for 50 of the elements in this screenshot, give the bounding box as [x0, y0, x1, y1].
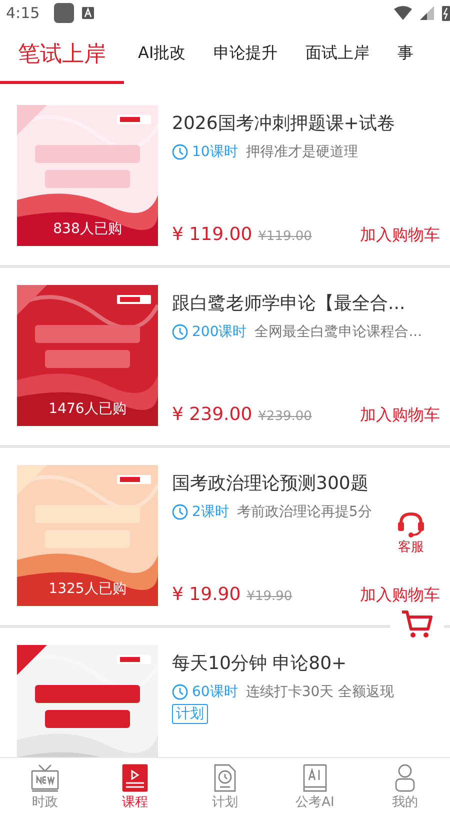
course-description: 连续打卡30天 全额返现: [246, 683, 394, 701]
course-title[interactable]: 跟白鹭老师学申论【最全合...: [172, 291, 440, 315]
nav-tab[interactable]: 课程: [90, 758, 180, 816]
original-price: ¥119.00: [258, 229, 312, 244]
add-to-cart-button[interactable]: 加入购物车: [360, 225, 440, 246]
nav-tab[interactable]: 公考AI: [270, 758, 360, 816]
course-description: 押得准才是硬道理: [246, 143, 358, 161]
keyboard-icon: [82, 7, 94, 19]
clock-icon: [172, 324, 188, 340]
cart-icon: [401, 609, 433, 639]
lesson-hours: 200课时: [192, 323, 247, 341]
category-tab[interactable]: 面试上岸: [292, 26, 384, 84]
original-price: ¥239.00: [258, 409, 312, 424]
original-price: ¥19.90: [246, 589, 292, 604]
nav-tab[interactable]: 我的: [360, 758, 450, 816]
plan-tag: 计划: [172, 704, 208, 724]
clock-icon: [172, 684, 188, 700]
category-tab[interactable]: 笔试上岸: [0, 26, 124, 84]
wifi-icon: [394, 6, 412, 20]
status-time: 4:15: [6, 4, 40, 22]
clock-icon: [172, 144, 188, 160]
lesson-hours: 10课时: [192, 143, 238, 161]
course-price: ¥ 239.00: [172, 404, 252, 425]
course-title[interactable]: 国考政治理论预测300题: [172, 471, 440, 495]
headset-icon: [396, 512, 426, 538]
purchase-count: 1476人已购: [48, 400, 128, 418]
purchase-count: 838人已购: [52, 220, 123, 238]
course-price: ¥ 119.00: [172, 224, 252, 245]
category-tab[interactable]: 申论提升: [200, 26, 292, 84]
category-tab[interactable]: AI批改: [124, 26, 200, 84]
lesson-hours: 60课时: [192, 683, 238, 701]
ai-book-icon: [301, 764, 329, 792]
clock-icon: [172, 504, 188, 520]
customer-service-button[interactable]: 客服: [396, 512, 426, 556]
category-tab[interactable]: 事: [384, 26, 428, 84]
nav-tab[interactable]: 计划: [180, 758, 270, 816]
course-price: ¥ 19.90: [172, 584, 241, 605]
signal-icon: [420, 6, 434, 20]
course-description: 考前政治理论再提5分: [236, 503, 372, 521]
purchase-count: 1325人已购: [48, 580, 128, 598]
play-icon: [121, 764, 149, 792]
notification-icon: [54, 3, 74, 23]
course-description: 全网最全白鹭申论课程合...: [254, 323, 422, 341]
course-title[interactable]: 2026国考冲刺押题课+试卷: [172, 111, 440, 135]
nav-tab[interactable]: 时政: [0, 758, 90, 816]
add-to-cart-button[interactable]: 加入购物车: [360, 585, 440, 606]
add-to-cart-button[interactable]: 加入购物车: [360, 405, 440, 426]
course-title[interactable]: 每天10分钟 申论80+: [172, 651, 440, 675]
lesson-hours: 2课时: [192, 503, 229, 521]
tv-icon: [31, 764, 59, 792]
